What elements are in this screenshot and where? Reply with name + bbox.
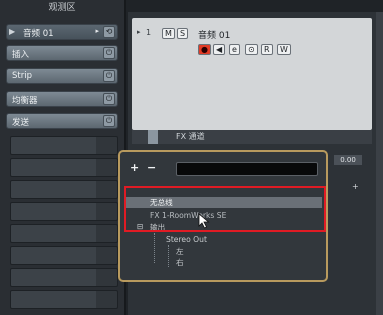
inspector-track-name: 音频 01 [23,29,54,39]
track-number: 1 [146,28,152,37]
highlight-box [124,186,326,232]
send-slot[interactable] [10,246,118,265]
inspector-panel: 观测区 ▶ 音频 01 ▸ ⟲ 插入 ⏻ Strip ⏻ 均衡器 ⏻ 发送 ⏻ [0,0,126,315]
inspector-section-label: Strip [12,71,32,81]
mute-button[interactable]: M [162,28,175,39]
track-name-selector[interactable]: ▶ 音频 01 ▸ ⟲ [6,24,118,40]
send-slot[interactable] [10,224,118,243]
audio-track-header[interactable]: ▸ 1 M S 音频 01 ● ◀ e ⊙ R W [132,18,372,130]
fx-track-color [148,130,158,144]
add-icon[interactable]: + [352,182,359,191]
chevron-right-icon: ▸ [95,27,99,35]
send-slot[interactable] [10,268,118,287]
edit-icon[interactable]: ⟲ [103,26,115,38]
monitor-button[interactable]: ◀ [213,44,226,55]
send-slots [10,136,118,312]
power-icon[interactable]: ⏻ [103,70,115,82]
record-enable-button[interactable]: ● [198,44,211,55]
fx-volume-value[interactable]: 0.00 [334,155,362,165]
inspector-section-label: 发送 [12,118,30,128]
write-automation-button[interactable]: W [277,44,291,55]
inspector-section-eq[interactable]: 均衡器 ⏻ [6,91,118,107]
send-slot[interactable] [10,202,118,221]
read-automation-button[interactable]: R [261,44,273,55]
play-arrow-icon: ▶ [9,27,16,36]
inspector-title: 观测区 [48,3,76,13]
power-icon[interactable]: ⏻ [103,47,115,59]
send-slot[interactable] [10,290,118,309]
solo-button[interactable]: S [177,28,189,39]
power-icon[interactable]: ⏻ [103,115,115,127]
tree-connector [168,245,169,267]
mouse-cursor-icon [198,213,210,229]
track-name[interactable]: 音频 01 [198,28,230,41]
routing-option-left[interactable]: 左 [176,246,184,257]
expand-arrow-icon[interactable]: ▸ [137,28,141,36]
send-slot[interactable] [10,158,118,177]
fx-channel-label: FX 通道 [176,132,205,141]
fx-channel-track[interactable]: FX 通道 [132,130,372,144]
routing-option-stereo-out[interactable]: Stereo Out [166,235,207,244]
inspector-section-strip[interactable]: Strip ⏻ [6,68,118,84]
power-icon[interactable]: ⏻ [103,93,115,105]
edit-channel-button[interactable]: e [229,44,240,55]
expand-all-button[interactable]: + [130,161,139,174]
send-slot[interactable] [10,136,118,155]
lock-button[interactable]: ⊙ [245,44,258,55]
inspector-section-label: 插入 [12,50,30,60]
routing-option-right[interactable]: 右 [176,257,184,268]
inspector-section-sends[interactable]: 发送 ⏻ [6,113,118,129]
vertical-scrollbar[interactable] [376,12,383,315]
collapse-all-button[interactable]: − [147,161,156,174]
send-slot[interactable] [10,180,118,199]
tree-connector [154,233,155,263]
routing-search-field[interactable] [176,162,318,176]
inspector-section-label: 均衡器 [12,96,38,106]
inspector-section-inserts[interactable]: 插入 ⏻ [6,45,118,61]
